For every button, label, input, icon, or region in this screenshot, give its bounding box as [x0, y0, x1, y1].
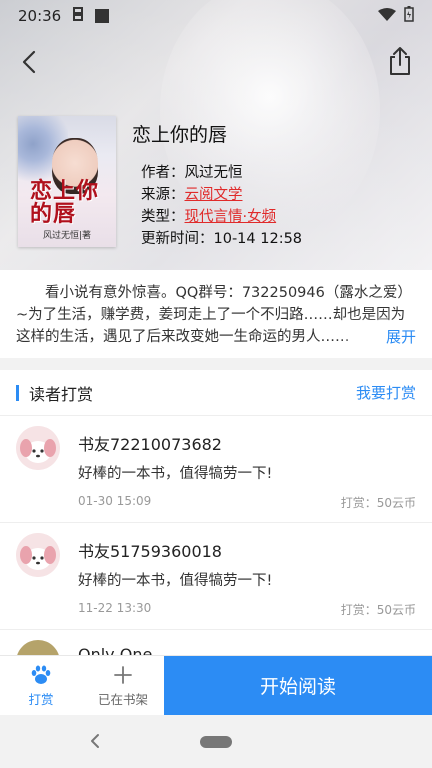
wifi-icon	[378, 7, 396, 26]
reader-name: 书友72210073682	[78, 435, 222, 454]
book-meta: 作者：风过无恒 来源：云阅文学 类型：现代言情·女频 更新时间：10-14 12…	[141, 162, 302, 250]
source-row: 来源：云阅文学	[141, 184, 302, 206]
author-label: 作者：	[141, 165, 185, 181]
top-bar	[0, 40, 432, 84]
puppy-avatar-icon	[16, 533, 60, 577]
source-label: 来源：	[141, 187, 185, 203]
updated-label: 更新时间：	[141, 231, 214, 247]
section-accent-bar	[16, 384, 19, 401]
reward-message: 好棒的一本书，值得犒劳一下!	[78, 466, 273, 482]
bookshelf-tab-label: 已在书架	[97, 691, 148, 707]
updated-row: 更新时间：10-14 12:58	[141, 228, 302, 250]
back-arrow-icon	[22, 50, 36, 74]
rewards-section: 读者打赏 我要打赏 书友72210073682 好棒的一本书，值得犒劳一下! 0…	[0, 370, 432, 660]
system-nav-bar	[0, 715, 432, 768]
cover-title: 恋上你的唇	[30, 178, 100, 227]
back-button[interactable]	[14, 46, 46, 78]
type-label: 类型：	[141, 209, 185, 225]
reward-amount: 打赏：50云币	[340, 496, 416, 510]
share-button[interactable]	[384, 44, 416, 78]
avatar[interactable]	[16, 533, 60, 577]
start-reading-button[interactable]: 开始阅读	[164, 656, 432, 715]
type-link[interactable]: 现代言情·女频	[185, 209, 277, 225]
puppy-avatar-icon	[16, 426, 60, 470]
cover-author: 风过无恒|著	[42, 231, 92, 241]
reward-tab-label: 打赏	[28, 691, 54, 707]
nav-home-pill[interactable]	[200, 736, 232, 748]
reward-tab[interactable]: 打赏	[0, 656, 82, 716]
reward-message: 好棒的一本书，值得犒劳一下!	[78, 573, 273, 589]
author-value: 风过无恒	[184, 165, 243, 181]
nav-back-icon	[91, 734, 99, 748]
status-bar: 20:36	[0, 0, 432, 32]
reward-time: 11-22 13:30	[78, 601, 152, 615]
rewards-header: 读者打赏 我要打赏	[0, 370, 432, 416]
plus-icon	[114, 665, 132, 684]
status-time: 20:36	[18, 7, 62, 25]
book-cover[interactable]: 恋上你的唇 风过无恒|著	[18, 116, 116, 247]
reward-item: 书友72210073682 好棒的一本书，值得犒劳一下! 01-30 15:09…	[0, 416, 432, 523]
reward-item: 书友51759360018 好棒的一本书，值得犒劳一下! 11-22 13:30…	[0, 523, 432, 630]
reward-amount: 打赏：50云币	[340, 603, 416, 617]
book-title: 恋上你的唇	[132, 124, 228, 146]
description-section: 看小说有意外惊喜。QQ群号：732250946（露水之爱）~为了生活，赚学费，姜…	[0, 270, 432, 358]
description-text: 看小说有意外惊喜。QQ群号：732250946（露水之爱）~为了生活，赚学费，姜…	[16, 285, 412, 345]
avatar[interactable]	[16, 426, 60, 470]
paw-icon	[31, 665, 51, 684]
type-row: 类型：现代言情·女频	[141, 206, 302, 228]
updated-value: 10-14 12:58	[213, 231, 303, 247]
source-link[interactable]: 云阅文学	[185, 187, 243, 203]
author-row: 作者：风过无恒	[141, 162, 302, 184]
reader-name: 书友51759360018	[78, 542, 222, 561]
bookshelf-tab[interactable]: 已在书架	[82, 656, 164, 716]
app-status-icon	[95, 9, 110, 23]
reward-time: 01-30 15:09	[78, 494, 152, 508]
give-reward-button[interactable]: 我要打赏	[356, 382, 416, 403]
rewards-title: 读者打赏	[29, 384, 94, 404]
expand-button[interactable]: 展开	[371, 326, 416, 347]
bottom-action-bar: 打赏 已在书架 开始阅读	[0, 655, 432, 715]
nav-back-button[interactable]	[86, 731, 106, 751]
share-icon	[390, 47, 410, 75]
notification-icon	[71, 6, 85, 26]
battery-icon	[404, 6, 414, 26]
